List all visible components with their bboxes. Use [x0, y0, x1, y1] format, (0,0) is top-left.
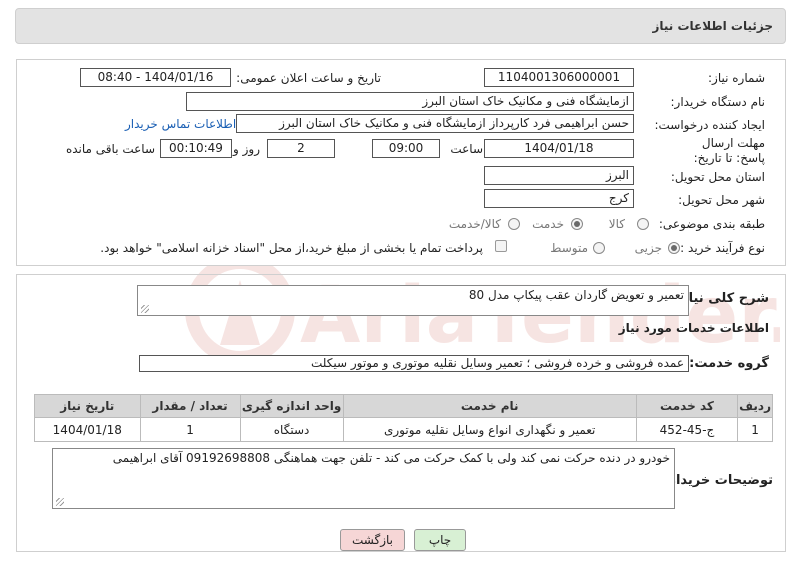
description-text: تعمیر و تعویض گاردان عقب پیکاپ مدل 80: [468, 288, 684, 302]
back-button[interactable]: بازگشت: [340, 529, 405, 551]
description-label: شرح کلی نیاز:: [675, 291, 769, 306]
province-field: البرز: [484, 166, 634, 185]
col-date: تاریخ نیاز: [34, 394, 141, 418]
resize-grip: [141, 305, 149, 313]
category-radio-service[interactable]: [571, 218, 583, 230]
buyer-notes-textarea: خودرو در دنده حرکت نمی کند ولی با کمک حر…: [52, 448, 675, 509]
category-radio-goods[interactable]: [637, 218, 649, 230]
remaining-time-label: ساعت باقی مانده: [65, 142, 155, 156]
process-radio-minor[interactable]: [668, 242, 680, 254]
requester-field: حسن ابراهیمی فرد کارپرداز ازمایشگاه فنی …: [236, 114, 634, 133]
cell-unit: دستگاه: [239, 417, 344, 442]
deadline-days-field: 2: [267, 139, 335, 158]
process-label: نوع فرآیند خرید :: [680, 241, 765, 255]
cell-qty: 1: [139, 417, 241, 442]
category-label: طبقه بندی موضوعی:: [658, 217, 765, 231]
deadline-label: مهلت ارسال پاسخ: تا تاریخ:: [693, 136, 765, 165]
table-row: 1 ج-45-452 تعمیر و نگهداری انواع وسایل ن…: [34, 417, 773, 442]
cell-date: 1404/01/18: [34, 417, 141, 442]
col-qty: تعداد / مقدار: [139, 394, 241, 418]
deadline-days-label: روز و: [233, 142, 260, 156]
buyer-notes-text: خودرو در دنده حرکت نمی کند ولی با کمک حر…: [112, 451, 670, 465]
announce-date-label: تاریخ و ساعت اعلان عمومی:: [236, 71, 381, 85]
remaining-time-field: 00:10:49: [160, 139, 232, 158]
treasury-payment-checkbox[interactable]: [495, 240, 507, 252]
need-number-label: شماره نیاز:: [708, 71, 765, 85]
services-table: ردیف کد خدمت نام خدمت واحد اندازه گیری ت…: [34, 394, 773, 442]
resize-grip: [56, 498, 64, 506]
deadline-time-field: 09:00: [372, 139, 440, 158]
category-radio-goods-service[interactable]: [508, 218, 520, 230]
page-header: جزئیات اطلاعات نیاز: [15, 8, 786, 44]
services-title: اطلاعات خدمات مورد نیاز: [618, 321, 769, 335]
page-title: جزئیات اطلاعات نیاز: [652, 19, 773, 33]
col-row: ردیف: [737, 394, 773, 418]
buyer-org-label: نام دستگاه خریدار:: [670, 95, 766, 109]
deadline-date-field: 1404/01/18: [484, 139, 634, 158]
col-name: نام خدمت: [342, 394, 637, 418]
process-radio-medium[interactable]: [593, 242, 605, 254]
requester-label: ایجاد کننده درخواست:: [654, 118, 765, 132]
cell-code: ج-45-452: [635, 417, 739, 442]
cell-name: تعمیر و نگهداری انواع وسایل نقلیه موتوری: [342, 417, 637, 442]
deadline-time-label: ساعت: [450, 142, 483, 156]
service-group-label: گروه خدمت:: [689, 356, 769, 371]
service-group-field: عمده فروشی و خرده فروشی ؛ تعمیر وسایل نق…: [139, 355, 689, 372]
buyer-contact-link[interactable]: اطلاعات تماس خریدار: [125, 117, 236, 131]
description-textarea: تعمیر و تعویض گاردان عقب پیکاپ مدل 80: [137, 285, 689, 316]
city-field: کرج: [484, 189, 634, 208]
process-option-minor: جزیی: [634, 241, 662, 255]
category-option-goods-service: کالا/خدمت: [448, 217, 501, 231]
province-label: استان محل تحویل:: [670, 170, 765, 184]
col-unit: واحد اندازه گیری: [239, 394, 344, 418]
buyer-org-field: ازمایشگاه فنی و مکانیک خاک استان البرز: [186, 92, 634, 111]
process-option-medium: متوسط: [550, 241, 588, 255]
announce-date-field: 1404/01/16 - 08:40: [80, 68, 231, 87]
col-code: کد خدمت: [635, 394, 739, 418]
cell-row: 1: [737, 417, 773, 442]
treasury-payment-note: پرداخت تمام یا بخشی از مبلغ خرید،از محل …: [100, 241, 483, 255]
print-button[interactable]: چاپ: [414, 529, 466, 551]
city-label: شهر محل تحویل:: [678, 193, 765, 207]
need-number-field: 1104001306000001: [484, 68, 634, 87]
table-header-row: ردیف کد خدمت نام خدمت واحد اندازه گیری ت…: [34, 394, 773, 418]
category-option-service: خدمت: [532, 217, 564, 231]
category-option-goods: کالا: [608, 217, 625, 231]
buyer-notes-label: توضیحات خریدار:: [663, 473, 773, 488]
